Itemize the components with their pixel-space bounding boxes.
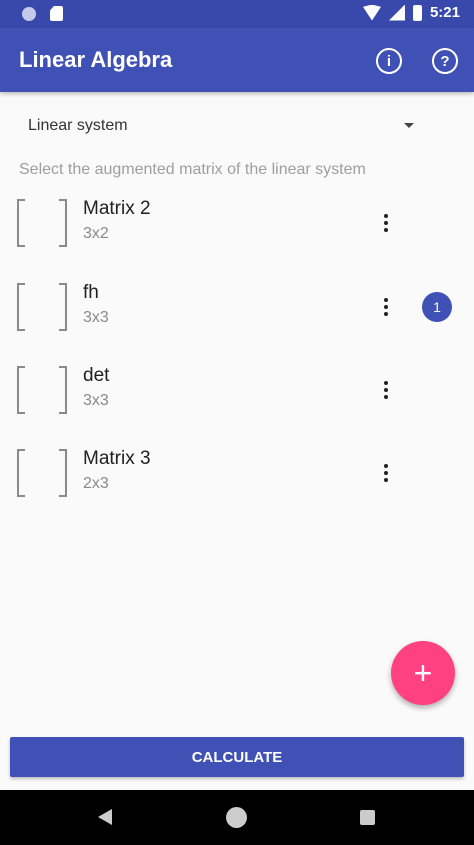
instruction-text: Select the augmented matrix of the linea… bbox=[19, 161, 366, 178]
matrix-bracket-icon bbox=[17, 366, 67, 414]
matrix-bracket-icon bbox=[17, 449, 67, 497]
spinner-selected-value: Linear system bbox=[28, 117, 128, 134]
operation-spinner[interactable]: Linear system bbox=[18, 106, 426, 146]
matrix-list-item[interactable]: fh 3x3 1 bbox=[0, 282, 474, 363]
matrix-dimensions: 2x3 bbox=[83, 475, 109, 492]
matrix-name: fh bbox=[83, 282, 99, 303]
navigation-bar bbox=[0, 790, 474, 845]
matrix-bracket-icon bbox=[17, 199, 67, 247]
matrix-dimensions: 3x3 bbox=[83, 392, 109, 409]
info-icon[interactable]: i bbox=[376, 48, 402, 74]
help-icon[interactable]: ? bbox=[432, 48, 458, 74]
back-icon[interactable] bbox=[98, 809, 112, 825]
more-options-icon[interactable] bbox=[375, 293, 397, 321]
more-options-icon[interactable] bbox=[375, 209, 397, 237]
dropdown-arrow-icon bbox=[404, 123, 414, 128]
matrix-list-item[interactable]: Matrix 2 3x2 bbox=[0, 198, 474, 279]
matrix-name: Matrix 2 bbox=[83, 198, 151, 219]
more-options-icon[interactable] bbox=[375, 459, 397, 487]
battery-icon bbox=[412, 4, 422, 21]
matrix-list-item[interactable]: det 3x3 bbox=[0, 365, 474, 446]
wifi-icon bbox=[362, 4, 381, 21]
app-bar: Linear Algebra i ? bbox=[0, 28, 474, 92]
app-title: Linear Algebra bbox=[19, 47, 173, 72]
matrix-bracket-icon bbox=[17, 283, 67, 331]
add-matrix-button[interactable]: + bbox=[391, 641, 455, 705]
selection-order-badge: 1 bbox=[422, 292, 452, 322]
matrix-dimensions: 3x3 bbox=[83, 309, 109, 326]
sd-card-icon bbox=[50, 6, 63, 21]
matrix-dimensions: 3x2 bbox=[83, 225, 109, 242]
matrix-name: det bbox=[83, 365, 110, 386]
status-time: 5:21 bbox=[429, 4, 460, 21]
notification-dot-icon bbox=[22, 6, 36, 21]
home-icon[interactable] bbox=[226, 807, 247, 828]
signal-icon bbox=[388, 4, 405, 21]
status-bar: 5:21 bbox=[0, 0, 474, 28]
calculate-button[interactable]: CALCULATE bbox=[10, 737, 464, 777]
more-options-icon[interactable] bbox=[375, 376, 397, 404]
recents-icon[interactable] bbox=[360, 810, 375, 825]
matrix-name: Matrix 3 bbox=[83, 448, 151, 469]
matrix-list-item[interactable]: Matrix 3 2x3 bbox=[0, 448, 474, 529]
